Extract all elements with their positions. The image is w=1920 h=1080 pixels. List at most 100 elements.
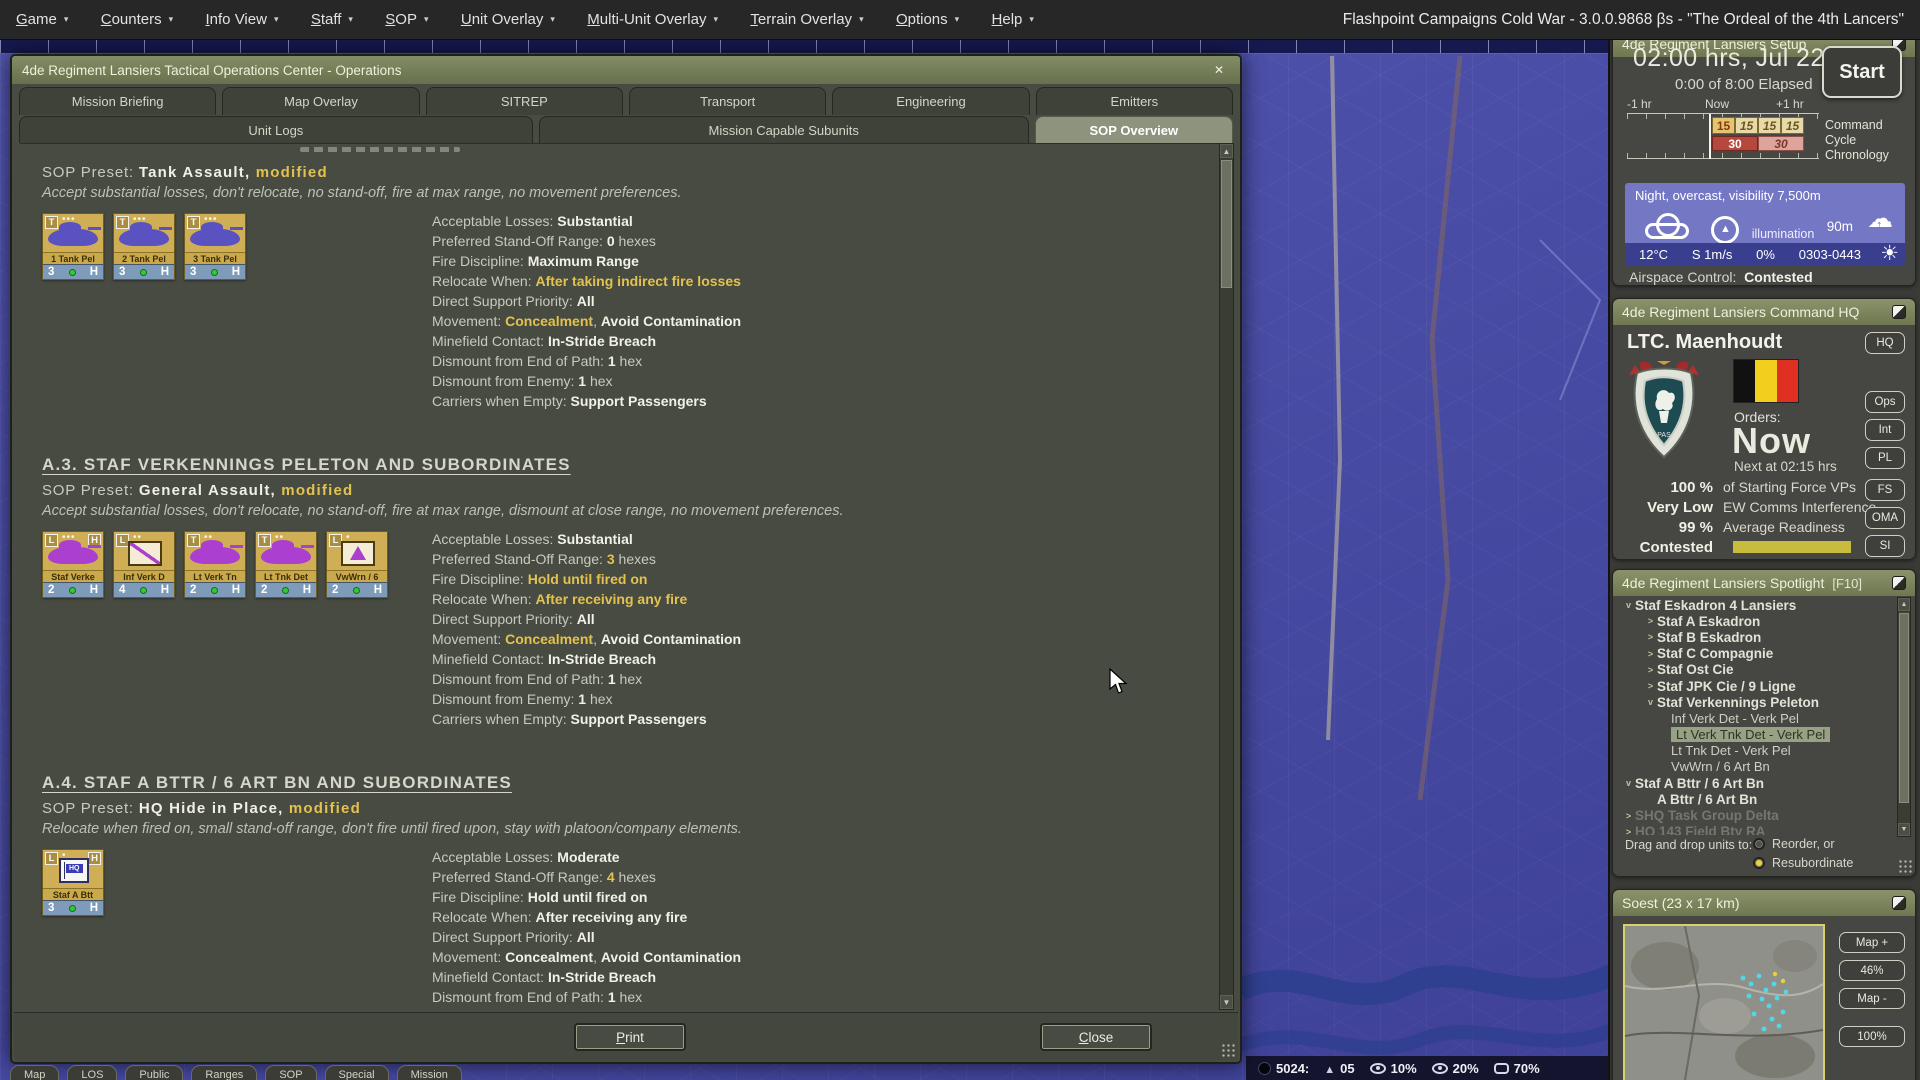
bottom-tab[interactable]: Map — [10, 1065, 59, 1080]
spotlight-panel-header[interactable]: 4de Regiment Lansiers Spotlight [F10] — [1613, 570, 1915, 596]
unit-counter[interactable]: L • H Staf A Btt 3 — [42, 849, 104, 916]
menu-item[interactable]: Info View — [206, 11, 279, 28]
unit-tree-item[interactable]: > Staf C Compagnie — [1616, 646, 1895, 662]
unit-tree-item[interactable]: VwWrn / 6 Art Bn — [1616, 759, 1895, 775]
dialog-tab[interactable]: Mission Briefing — [19, 87, 216, 115]
unit-tree-item[interactable]: > Staf B Eskadron — [1616, 629, 1895, 645]
unit-tree-item[interactable]: Lt Verk Tnk Det - Verk Pel — [1616, 727, 1895, 743]
panel-collapse-icon[interactable] — [1892, 896, 1906, 910]
dialog-title-bar[interactable]: 4de Regiment Lansiers Tactical Operation… — [12, 56, 1240, 84]
tree-expand-icon[interactable]: > — [1644, 665, 1657, 675]
reorder-option[interactable]: Reorder, or — [1753, 836, 1907, 852]
scrollbar-thumb[interactable] — [1221, 160, 1232, 288]
scroll-up-icon[interactable]: ▲ — [1898, 598, 1910, 611]
tree-expand-icon[interactable]: > — [1644, 681, 1657, 691]
tree-expand-icon[interactable]: > — [1644, 632, 1657, 642]
tree-expand-icon[interactable]: v — [1644, 697, 1657, 707]
unit-counter[interactable]: T ••• 2 Tank Pel 3 — [113, 213, 175, 280]
unit-tree-item[interactable]: > SHQ Task Group Delta — [1616, 807, 1895, 823]
tree-expand-icon[interactable]: > — [1622, 827, 1635, 835]
oma-button[interactable]: OMA — [1865, 507, 1905, 529]
menu-item[interactable]: Counters — [101, 11, 173, 28]
tree-scrollbar[interactable]: ▲ ▼ — [1897, 597, 1911, 837]
minimap-panel-header[interactable]: Soest (23 x 17 km) — [1613, 890, 1915, 916]
dialog-tab[interactable]: Engineering — [832, 87, 1029, 115]
dialog-tab[interactable]: SOP Overview — [1035, 116, 1233, 143]
unit-counter[interactable]: L • VwWrn / 6 2 — [326, 531, 388, 598]
unit-counter[interactable]: T •• Lt Verk Tn 2 — [184, 531, 246, 598]
bottom-tab[interactable]: SOP — [265, 1065, 316, 1080]
radio-icon[interactable] — [1753, 857, 1765, 869]
start-button[interactable]: Start — [1822, 46, 1902, 98]
unit-counter[interactable]: L ••• H Staf Verke 2 — [42, 531, 104, 598]
dialog-tab[interactable]: Transport — [629, 87, 826, 115]
dialog-tab[interactable]: Emitters — [1036, 87, 1233, 115]
menu-item[interactable]: SOP — [385, 11, 428, 28]
dialog-tab[interactable]: Map Overlay — [222, 87, 419, 115]
print-button[interactable]: Print — [574, 1023, 686, 1051]
bottom-tab[interactable]: Public — [125, 1065, 183, 1080]
unit-tree-item[interactable]: Lt Tnk Det - Verk Pel — [1616, 743, 1895, 759]
menu-item[interactable]: Terrain Overlay — [750, 11, 863, 28]
minimap-button[interactable]: 46% — [1839, 960, 1905, 981]
bottom-tab[interactable]: Special — [325, 1065, 389, 1080]
hq-panel-header[interactable]: 4de Regiment Lansiers Command HQ — [1613, 299, 1915, 325]
tree-expand-icon[interactable]: > — [1644, 616, 1657, 626]
menu-item[interactable]: Unit Overlay — [461, 11, 555, 28]
bottom-tab[interactable]: LOS — [67, 1065, 117, 1080]
scroll-down-icon[interactable]: ▼ — [1220, 995, 1233, 1009]
menu-item[interactable]: Help — [992, 11, 1034, 28]
unit-readiness: H — [374, 584, 382, 596]
scrollbar-thumb[interactable] — [1899, 613, 1909, 803]
scroll-down-icon[interactable]: ▼ — [1898, 823, 1910, 836]
unit-counter[interactable]: T •• Lt Tnk Det 2 — [255, 531, 317, 598]
menu-item[interactable]: Options — [896, 11, 959, 28]
unit-counter[interactable]: L •• Inf Verk D 4 — [113, 531, 175, 598]
close-icon[interactable]: ✕ — [1208, 61, 1230, 80]
resubordinate-option[interactable]: Resubordinate — [1753, 856, 1907, 870]
int-button[interactable]: Int — [1865, 419, 1905, 441]
unit-tree-item[interactable]: v Staf A Bttr / 6 Art Bn — [1616, 775, 1895, 791]
tree-expand-icon[interactable]: > — [1622, 811, 1635, 821]
resize-grip[interactable] — [1898, 859, 1912, 873]
unit-tree-item[interactable]: > Staf Ost Cie — [1616, 662, 1895, 678]
scroll-up-icon[interactable]: ▲ — [1220, 144, 1233, 158]
unit-tree-item[interactable]: > HQ 143 Field Bty RA — [1616, 824, 1895, 835]
panel-collapse-icon[interactable] — [1892, 576, 1906, 590]
tree-expand-icon[interactable]: v — [1622, 778, 1635, 788]
unit-counter[interactable]: T ••• 3 Tank Pel 3 — [184, 213, 246, 280]
unit-tree-item[interactable]: > Staf A Eskadron — [1616, 613, 1895, 629]
minimap-button[interactable]: Map - — [1839, 988, 1905, 1009]
unit-tree-item[interactable]: v Staf Eskadron 4 Lansiers — [1616, 597, 1895, 613]
bottom-tab[interactable]: Ranges — [191, 1065, 257, 1080]
unit-status-dot — [211, 269, 218, 276]
si-button[interactable]: SI — [1865, 535, 1905, 557]
menu-item[interactable]: Multi-Unit Overlay — [587, 11, 718, 28]
ops-button[interactable]: Ops — [1865, 391, 1905, 413]
menu-item[interactable]: Game — [16, 11, 68, 28]
bottom-tab[interactable]: Mission — [397, 1065, 462, 1080]
radio-icon[interactable] — [1753, 838, 1765, 850]
minimap[interactable] — [1623, 924, 1825, 1080]
hq-button[interactable]: HQ — [1865, 332, 1905, 354]
unit-counter[interactable]: T ••• 1 Tank Pel 3 — [42, 213, 104, 280]
dialog-tab[interactable]: SITREP — [426, 87, 623, 115]
unit-tree-item[interactable]: v Staf Verkennings Peleton — [1616, 694, 1895, 710]
dialog-tab[interactable]: Mission Capable Subunits — [539, 116, 1029, 143]
minimap-button[interactable]: Map + — [1839, 932, 1905, 953]
close-button[interactable]: Close — [1040, 1023, 1152, 1051]
pl-button[interactable]: PL — [1865, 447, 1905, 469]
minimap-button[interactable]: 100% — [1839, 1026, 1905, 1047]
unit-tree-item[interactable]: A Bttr / 6 Art Bn — [1616, 791, 1895, 807]
fs-button[interactable]: FS — [1865, 479, 1905, 501]
resize-grip[interactable] — [1221, 1043, 1236, 1058]
menu-item[interactable]: Staff — [311, 11, 353, 28]
dialog-tab[interactable]: Unit Logs — [19, 116, 533, 143]
app-title: Flashpoint Campaigns Cold War - 3.0.0.98… — [1343, 11, 1904, 29]
tree-expand-icon[interactable]: > — [1644, 649, 1657, 659]
unit-tree-item[interactable]: > Staf JPK Cie / 9 Ligne — [1616, 678, 1895, 694]
tree-expand-icon[interactable]: v — [1622, 600, 1635, 610]
panel-collapse-icon[interactable] — [1892, 305, 1906, 319]
dialog-scrollbar[interactable]: ▲ ▼ — [1219, 143, 1234, 1010]
unit-tree-item[interactable]: Inf Verk Det - Verk Pel — [1616, 710, 1895, 726]
